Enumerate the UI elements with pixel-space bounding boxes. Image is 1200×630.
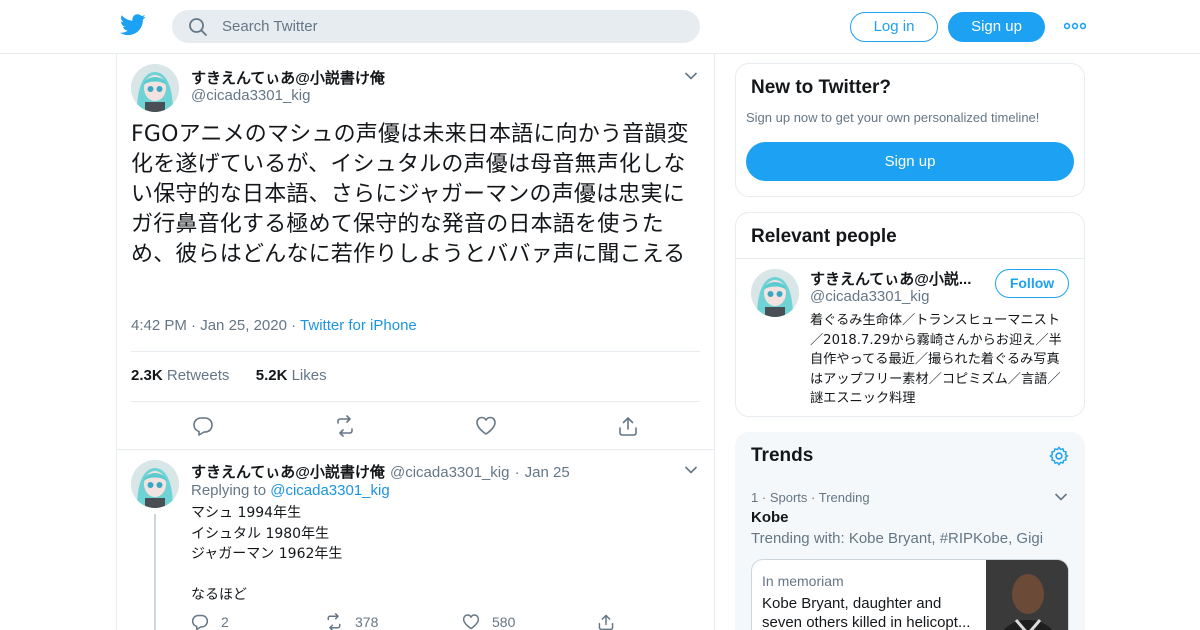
- meta-separator: ·: [191, 317, 201, 334]
- retweet-icon: [327, 613, 341, 630]
- divider: [131, 351, 700, 352]
- like-icon[interactable]: [475, 415, 497, 437]
- avatar[interactable]: [131, 64, 179, 112]
- reply-text: マシュ 1994年生 イシュタル 1980年生 ジャガーマン 1962年生 なる…: [191, 505, 343, 603]
- retweet-count: 378: [355, 614, 379, 630]
- avatar[interactable]: [751, 269, 799, 317]
- like-count: 580: [492, 614, 516, 630]
- tweet-time[interactable]: 4:42 PM: [131, 317, 187, 334]
- thread-line: [154, 514, 156, 630]
- news-card-text: Kobe Bryant, daughter and seven others k…: [762, 595, 971, 630]
- tweet-author-handle[interactable]: @cicada3301_kig: [191, 87, 310, 104]
- trend-category: Sports: [769, 490, 808, 505]
- replying-prefix: Replying to: [191, 482, 267, 499]
- meta-separator: ·: [811, 490, 819, 505]
- trend-meta: 1 · Sports · Trending: [751, 490, 870, 505]
- search-input[interactable]: [222, 18, 662, 35]
- reply-author-handle[interactable]: @cicada3301_kig: [390, 464, 509, 481]
- reply-action-like[interactable]: 580: [462, 612, 515, 630]
- follow-button[interactable]: Follow: [995, 269, 1069, 298]
- trend-related: Trending with: Kobe Bryant, #RIPKobe, Gi…: [751, 530, 1044, 547]
- relevant-people-card: Relevant people すきえんてぃあ@小説... @cicada330…: [735, 212, 1085, 417]
- tweet-meta: 4:42 PM · Jan 25, 2020 · Twitter for iPh…: [131, 317, 417, 334]
- replying-to: Replying to @cicada3301_kig: [191, 482, 390, 499]
- reply-date[interactable]: Jan 25: [525, 464, 570, 481]
- reply-count: 2: [221, 614, 229, 630]
- trend-status: Trending: [818, 490, 870, 505]
- tweet-text: FGOアニメのマシュの声優は未来日本語に向かう音韻変化を遂げているが、イシュタル…: [131, 122, 689, 267]
- tweet-source-link[interactable]: Twitter for iPhone: [300, 317, 417, 334]
- retweets-count: 2.3K: [131, 367, 163, 384]
- sidebar-signup-button[interactable]: Sign up: [746, 142, 1074, 181]
- login-button[interactable]: Log in: [850, 12, 938, 42]
- likes-count: 5.2K: [255, 367, 288, 384]
- reply-action-share[interactable]: [597, 612, 627, 630]
- card-title: Relevant people: [751, 226, 897, 247]
- person-handle[interactable]: @cicada3301_kig: [810, 288, 929, 305]
- retweet-icon[interactable]: [334, 415, 356, 437]
- reply-header: すきえんてぃあ@小説書け俺 @cicada3301_kig · Jan 25: [191, 461, 570, 482]
- divider: [117, 449, 714, 450]
- reply-action-retweet[interactable]: 378: [325, 612, 378, 630]
- reply-icon: [191, 614, 209, 630]
- meta-separator: ·: [761, 490, 770, 505]
- reply-icon[interactable]: [192, 415, 214, 437]
- timeline-column: すきえんてぃあ@小説書け俺 @cicada3301_kig FGOアニメのマシュ…: [116, 54, 715, 630]
- tweet-date[interactable]: Jan 25, 2020: [200, 317, 287, 334]
- search-icon: [189, 17, 207, 36]
- replying-handle-link[interactable]: @cicada3301_kig: [270, 482, 389, 499]
- tweet-author-name[interactable]: すきえんてぃあ@小説書け俺: [191, 67, 385, 88]
- chevron-down-icon[interactable]: [1054, 492, 1068, 502]
- twitter-bird-icon[interactable]: [120, 13, 146, 37]
- trend-name-link[interactable]: Kobe: [751, 509, 789, 526]
- avatar-image: [751, 269, 799, 317]
- divider: [736, 258, 1084, 259]
- retweets-stat[interactable]: 2.3K Retweets: [131, 367, 229, 384]
- tweet-stats: 2.3K Retweets 5.2K Likes: [131, 367, 327, 384]
- top-nav: Log in Sign up: [0, 0, 1200, 54]
- new-to-twitter-card: New to Twitter? Sign up now to get your …: [735, 63, 1085, 197]
- news-card-label: In memoriam: [762, 573, 844, 589]
- person-name[interactable]: すきえんてぃあ@小説...: [810, 268, 980, 289]
- card-subtitle: Sign up now to get your own personalized…: [746, 110, 1040, 125]
- likes-stat[interactable]: 5.2K Likes: [256, 367, 327, 384]
- avatar-image: [131, 460, 179, 508]
- card-title: Trends: [751, 445, 814, 466]
- card-title: New to Twitter?: [751, 77, 892, 98]
- search-bar[interactable]: [172, 10, 700, 43]
- reply-author-name[interactable]: すきえんてぃあ@小説書け俺: [191, 464, 385, 481]
- trends-card: Trends 1 · Sports · Trending Kobe Trendi…: [735, 432, 1085, 630]
- trend-rank: 1: [751, 490, 759, 505]
- reply-action-reply[interactable]: 2: [191, 612, 229, 630]
- signup-button[interactable]: Sign up: [948, 12, 1045, 42]
- meta-separator: ·: [291, 317, 301, 334]
- likes-label: Likes: [291, 367, 327, 384]
- meta-separator: ·: [514, 464, 520, 481]
- retweets-label: Retweets: [166, 367, 230, 384]
- more-dots-icon[interactable]: [1064, 20, 1086, 32]
- trend-news-card[interactable]: In memoriam Kobe Bryant, daughter and se…: [751, 559, 1069, 630]
- news-card-photo: [986, 560, 1068, 630]
- gear-icon[interactable]: [1048, 445, 1070, 467]
- avatar-image: [131, 64, 179, 112]
- chevron-down-icon[interactable]: [684, 71, 698, 81]
- chevron-down-icon[interactable]: [684, 465, 698, 475]
- divider: [131, 401, 700, 402]
- person-bio: 着ぐるみ生命体／トランスヒューマニスト／2018.7.29から霧崎さんからお迎え…: [810, 313, 1062, 406]
- like-icon: [462, 614, 480, 630]
- avatar[interactable]: [131, 460, 179, 508]
- share-icon[interactable]: [617, 415, 639, 437]
- share-icon: [598, 614, 614, 630]
